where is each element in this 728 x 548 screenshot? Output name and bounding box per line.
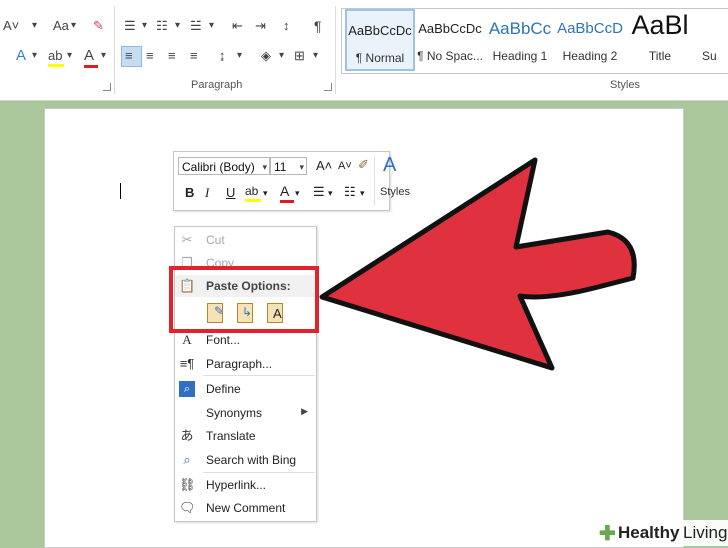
watermark-brand-2: Living bbox=[683, 523, 728, 542]
red-arrow-shape bbox=[319, 157, 637, 371]
pointer-arrow-overlay bbox=[319, 157, 637, 371]
watermark-brand: Healthy bbox=[618, 523, 680, 542]
plus-logo-icon: ✚ bbox=[599, 523, 616, 545]
watermark: ✚ Healthy Living bbox=[594, 520, 728, 546]
